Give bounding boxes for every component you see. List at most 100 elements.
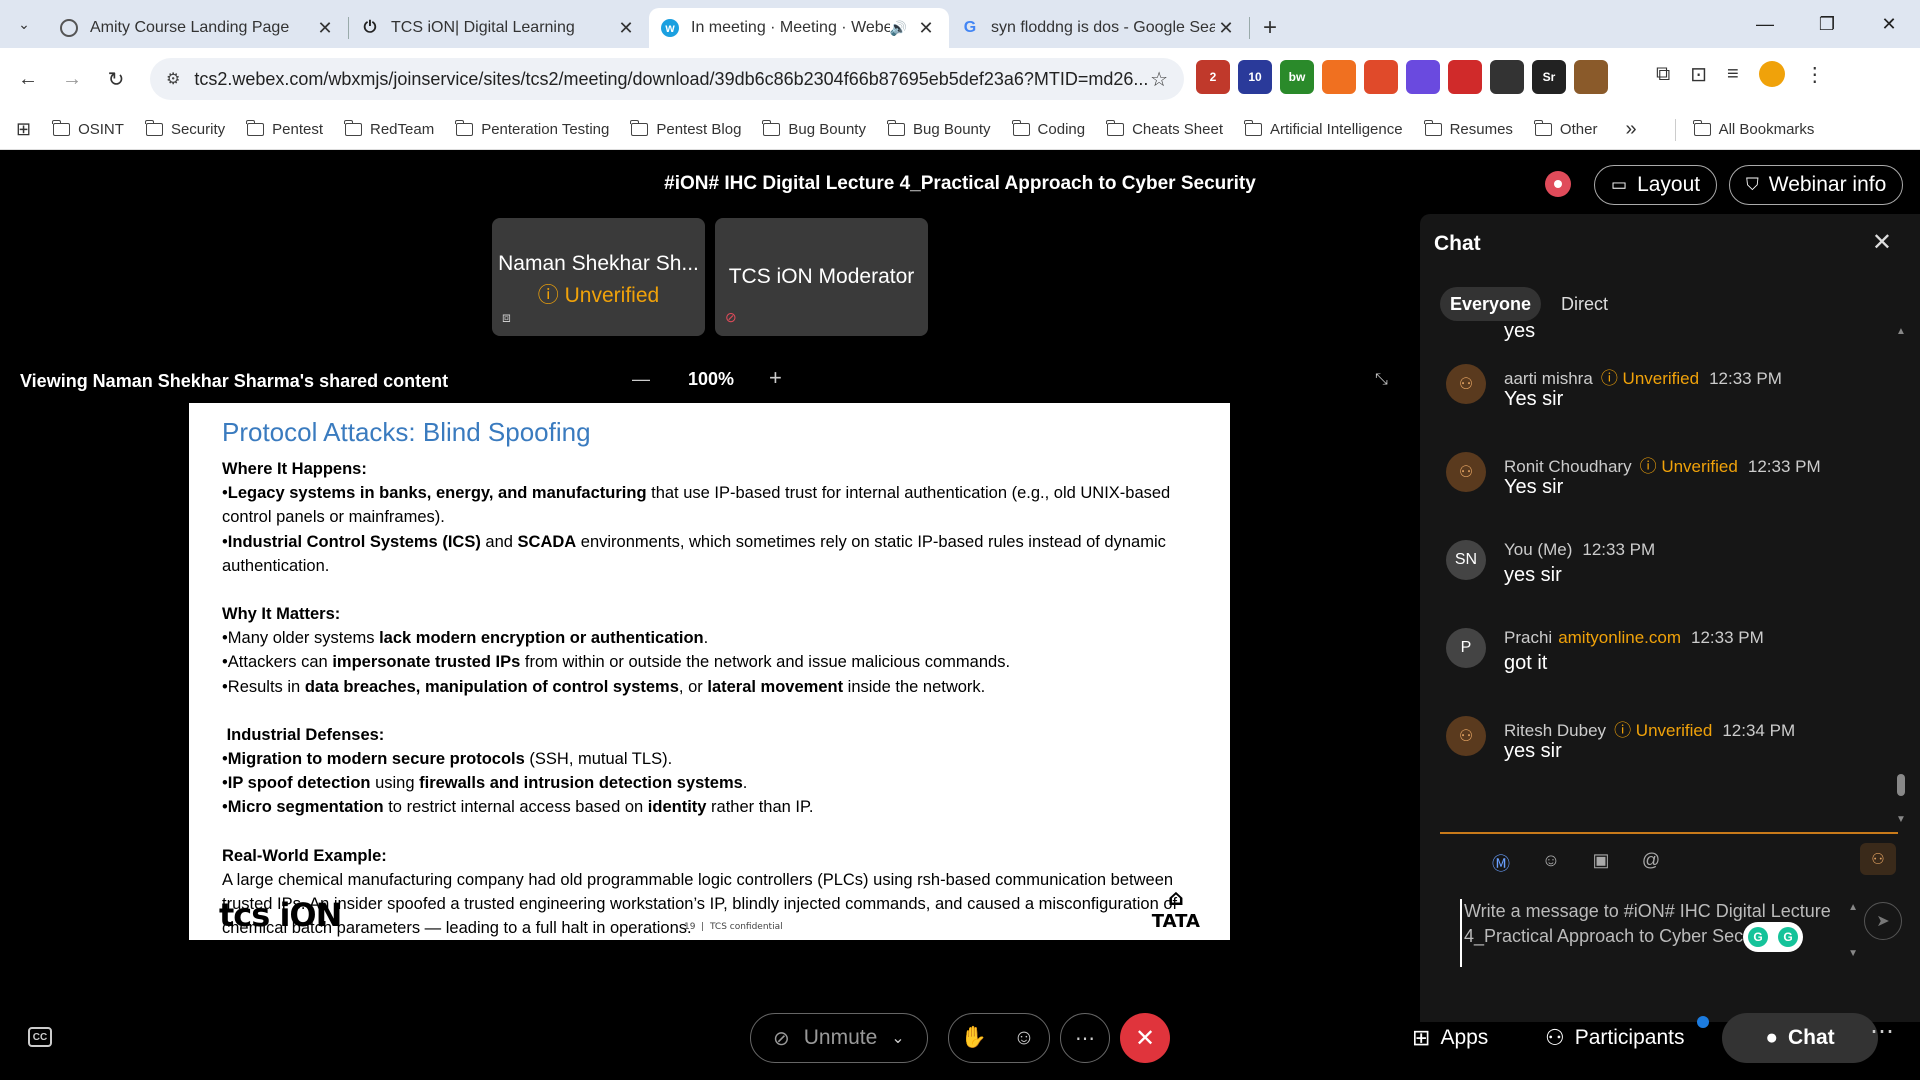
bookmark-folder[interactable]: OSINT — [52, 120, 124, 138]
close-icon[interactable]: ✕ — [1215, 18, 1237, 39]
folder-icon — [1244, 120, 1262, 136]
participant-tile-moderator[interactable]: TCS iON Moderator ⊘ — [715, 218, 928, 336]
tab-google-search[interactable]: G syn floddng is dos - Google Search ✕ — [949, 8, 1249, 48]
scroll-up-icon[interactable]: ▲ — [1896, 326, 1906, 337]
close-icon[interactable]: ✕ — [1872, 228, 1892, 257]
bookmark-folder[interactable]: Bug Bounty — [886, 120, 991, 138]
extension-dark[interactable] — [1490, 60, 1524, 94]
zoom-out-button[interactable]: — — [632, 369, 650, 390]
chevron-down-icon[interactable]: ⌄ — [891, 1028, 904, 1048]
message-text: yes — [1504, 326, 1536, 342]
mention-icon[interactable]: @ — [1626, 850, 1676, 876]
folder-icon — [455, 120, 474, 136]
input-scroll-down-icon[interactable]: ▼ — [1848, 948, 1858, 959]
extension-pin[interactable] — [1364, 60, 1398, 94]
chat-scrollbar[interactable]: ▲ ▼ — [1896, 326, 1906, 826]
raise-hand-icon[interactable]: ✋ — [949, 1026, 999, 1050]
scroll-down-icon[interactable]: ▼ — [1896, 814, 1906, 825]
site-info-icon[interactable]: ⚙ — [166, 69, 180, 89]
bookmark-star-icon[interactable]: ☆ — [1150, 67, 1168, 92]
omnibox[interactable]: ⚙ tcs2.webex.com/wbxmjs/joinservice/site… — [150, 58, 1184, 100]
unmute-button[interactable]: ⊘ Unmute ⌄ — [750, 1013, 928, 1063]
bookmark-folder[interactable]: Security — [144, 120, 225, 138]
leave-button[interactable]: ✕ — [1120, 1013, 1170, 1063]
bw-extension[interactable]: bw — [1280, 60, 1314, 94]
bookmark-folder[interactable]: RedTeam — [344, 120, 434, 138]
scroll-thumb[interactable] — [1897, 774, 1905, 796]
cookie-extension[interactable] — [1574, 60, 1608, 94]
tab-amity[interactable]: Amity Course Landing Page ✕ — [48, 8, 348, 48]
grammarly-icon: G — [1748, 927, 1768, 947]
apps-button[interactable]: ⊞ Apps — [1412, 1013, 1488, 1063]
back-button[interactable]: ← — [10, 61, 46, 97]
restore-button[interactable]: ❐ — [1796, 0, 1858, 48]
speaker-icon[interactable]: 🔊 — [890, 20, 907, 37]
input-scroll-up-icon[interactable]: ▲ — [1848, 902, 1858, 913]
bookmark-folder[interactable]: Resumes — [1423, 120, 1513, 138]
send-button[interactable]: ➤ — [1864, 902, 1902, 940]
minimize-button[interactable]: — — [1734, 0, 1796, 48]
gif-icon[interactable]: ▣ — [1576, 850, 1626, 876]
pdf-extension[interactable] — [1448, 60, 1482, 94]
viewing-label: Viewing Naman Shekhar Sharma's shared co… — [20, 371, 449, 391]
zoom-in-button[interactable]: + — [769, 365, 782, 391]
markdown-icon[interactable]: Ⓜ — [1476, 850, 1526, 876]
browser-menu-icon[interactable]: ⋮ — [1805, 62, 1825, 87]
bookmark-label: Coding — [1037, 121, 1086, 138]
recording-icon[interactable] — [1545, 171, 1571, 197]
bookmarks-overflow-button[interactable]: » — [1625, 118, 1636, 141]
all-bookmarks[interactable]: All Bookmarks — [1692, 120, 1814, 138]
screen-share-icon: ⧈ — [502, 309, 511, 325]
close-icon[interactable]: ✕ — [314, 18, 336, 39]
extension-orange[interactable] — [1322, 60, 1356, 94]
tab-tcs-ion[interactable]: ⏻ TCS iON| Digital Learning ✕ — [349, 8, 649, 48]
tab-direct[interactable]: Direct — [1551, 287, 1618, 321]
forward-button[interactable]: → — [54, 61, 90, 97]
emoji-icon[interactable]: ☺ — [1526, 850, 1576, 876]
reload-button[interactable]: ↻ — [98, 61, 134, 97]
puzzle-icon[interactable]: ⧉ — [1656, 63, 1670, 86]
grammarly-widget[interactable]: GG — [1743, 922, 1803, 952]
layout-button[interactable]: ▭ Layout — [1594, 165, 1718, 205]
tab-search-button[interactable]: ⌄ — [0, 0, 48, 48]
more-options-button[interactable]: ⋯ — [1060, 1013, 1110, 1063]
bookmark-folder[interactable]: Coding — [1011, 120, 1086, 138]
apps-grid-icon[interactable]: ⊞ — [16, 119, 31, 140]
bookmark-folder[interactable]: Pentest — [246, 120, 323, 138]
anonymous-icon[interactable]: ⚇ — [1860, 843, 1896, 875]
meeting-area: #iON# IHC Digital Lecture 4_Practical Ap… — [0, 151, 1920, 1080]
bookmark-label: Pentest Blog — [656, 121, 742, 138]
participant-tile-presenter[interactable]: Naman Shekhar Sh... ⓘ Unverified ⧈ — [492, 218, 705, 336]
extension-drop[interactable] — [1406, 60, 1440, 94]
close-window-button[interactable]: ✕ — [1858, 0, 1920, 48]
new-tab-button[interactable]: + — [1250, 8, 1290, 48]
bookmark-folder[interactable]: Artificial Intelligence — [1244, 120, 1403, 138]
extension-sr[interactable]: Sr — [1532, 60, 1566, 94]
profile-avatar[interactable] — [1758, 61, 1785, 87]
slide-heading: Why It Matters: — [222, 605, 341, 624]
bookmark-folder[interactable]: Cheats Sheet — [1106, 120, 1223, 138]
screenshot-icon[interactable]: ⊡ — [1690, 62, 1707, 87]
message-header: aarti mishra ⓘ Unverified 12:33 PM — [1504, 364, 1782, 389]
close-icon[interactable]: ✕ — [615, 18, 637, 39]
bookmark-folder[interactable]: Other — [1533, 120, 1597, 138]
closed-captions-button[interactable]: CC — [28, 1027, 52, 1047]
tab-everyone[interactable]: Everyone — [1440, 287, 1542, 321]
fullscreen-icon[interactable]: ⤡ — [1375, 371, 1388, 389]
url-text[interactable]: tcs2.webex.com/wbxmjs/joinservice/sites/… — [194, 69, 1150, 90]
webinar-info-button[interactable]: ⛉ Webinar info — [1729, 165, 1904, 205]
extension-badge-10[interactable]: 10 — [1238, 60, 1272, 94]
participants-button[interactable]: ⚇ Participants — [1545, 1013, 1684, 1063]
tab-webex-meeting[interactable]: w In meeting · Meeting · Webex 🔊 ✕ — [649, 8, 949, 48]
bookmark-folder[interactable]: Penteration Testing — [455, 120, 609, 138]
extension-badge-2[interactable]: 2 — [1196, 60, 1230, 94]
sender-name: Ritesh Dubey — [1504, 721, 1607, 740]
overflow-menu-icon[interactable]: ⋯ — [1870, 1017, 1894, 1046]
chat-button[interactable]: ● Chat — [1722, 1013, 1878, 1063]
bookmark-folder[interactable]: Pentest Blog — [630, 120, 742, 138]
bookmark-folder[interactable]: Bug Bounty — [762, 120, 866, 138]
media-control-icon[interactable]: ≡ — [1727, 63, 1739, 86]
close-icon[interactable]: ✕ — [915, 18, 937, 39]
folder-icon — [886, 120, 905, 136]
reaction-icon[interactable]: ☺ — [999, 1026, 1049, 1050]
